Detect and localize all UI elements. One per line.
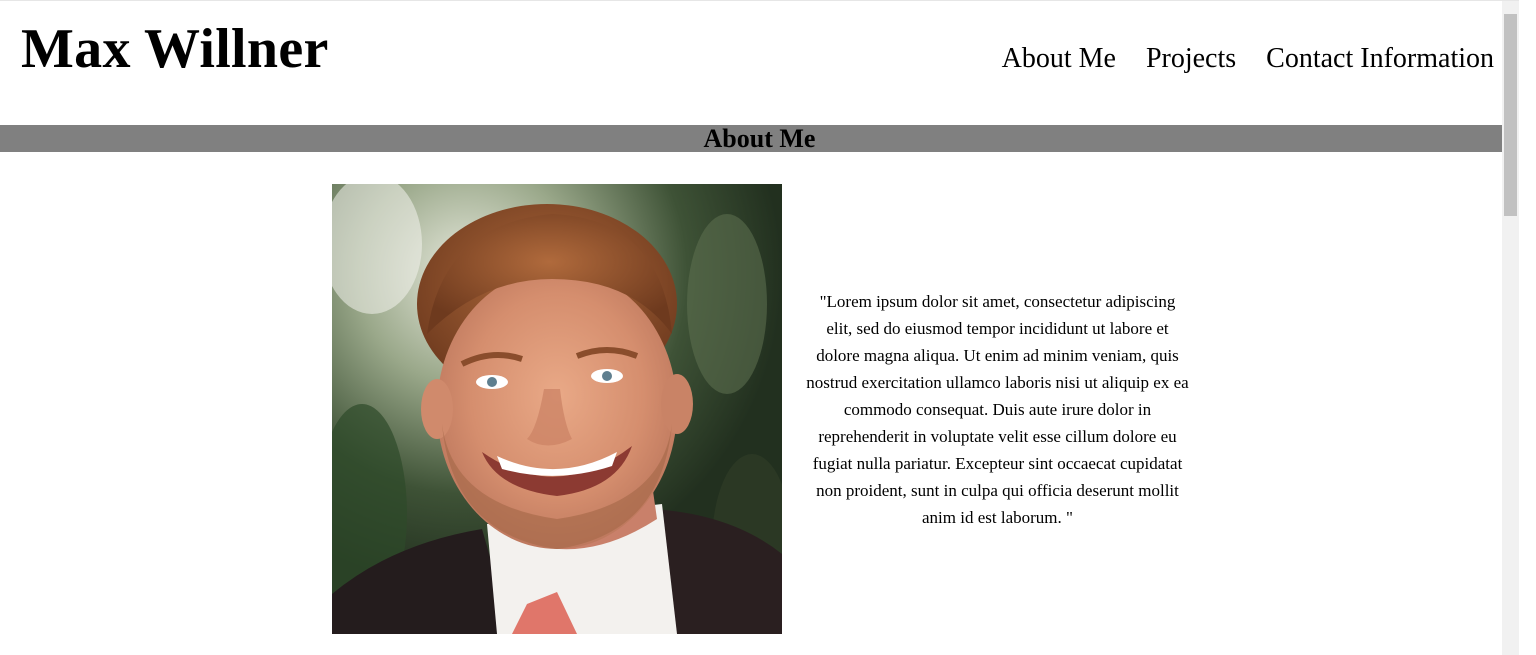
site-header: Max Willner About Me Projects Contact In… — [0, 1, 1519, 125]
site-title: Max Willner — [21, 18, 329, 80]
scrollbar-thumb[interactable] — [1504, 14, 1517, 216]
page-scrollbar[interactable] — [1502, 1, 1519, 655]
page: Max Willner About Me Projects Contact In… — [0, 0, 1519, 655]
section-title: About Me — [703, 124, 816, 153]
nav-link-projects[interactable]: Projects — [1146, 45, 1236, 73]
section-header-bar: About Me — [0, 125, 1519, 152]
nav-link-about-me[interactable]: About Me — [1002, 45, 1116, 73]
main-nav: About Me Projects Contact Information — [1002, 45, 1494, 73]
bio-text: "Lorem ipsum dolor sit amet, consectetur… — [806, 292, 1189, 527]
profile-photo — [332, 184, 782, 634]
nav-link-contact-information[interactable]: Contact Information — [1266, 45, 1494, 73]
